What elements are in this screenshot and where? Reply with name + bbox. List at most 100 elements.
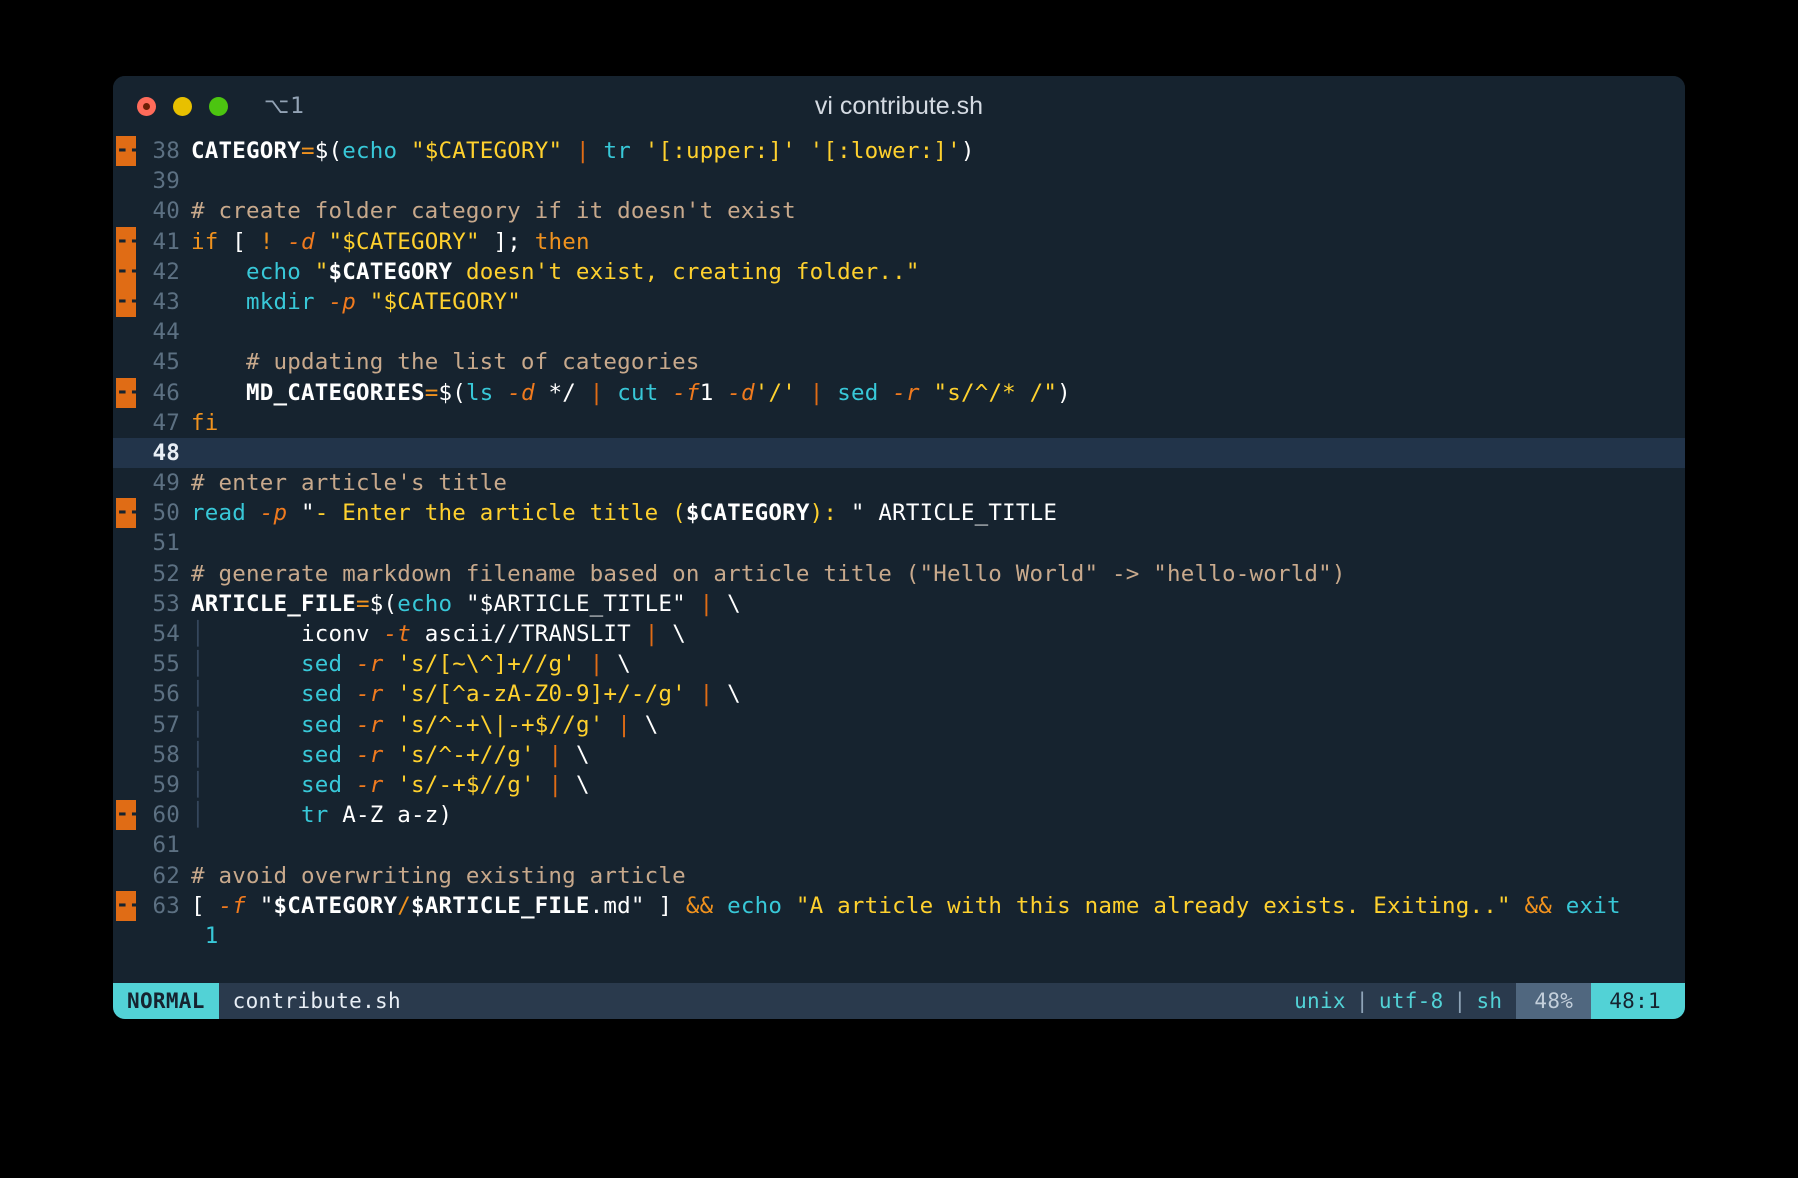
code-line[interactable]: 59 │ sed -r 's/-+$//g' | \ bbox=[113, 770, 1685, 800]
sign-column-placeholder bbox=[113, 438, 139, 468]
status-mode: NORMAL bbox=[113, 983, 219, 1019]
code-token: ascii//TRANSLIT bbox=[424, 621, 631, 647]
code-token: exit bbox=[1565, 892, 1621, 919]
code-line[interactable]: 57 │ sed -r 's/^-+\|-+$//g' | \ bbox=[113, 710, 1685, 740]
close-button[interactable] bbox=[137, 96, 156, 116]
code-line[interactable]: 48 bbox=[113, 437, 1685, 469]
code-token: -f bbox=[672, 379, 700, 406]
code-token: ]; bbox=[493, 228, 521, 255]
code-token: " bbox=[314, 258, 329, 285]
code-text: # updating the list of categories bbox=[191, 347, 700, 377]
code-token: " bbox=[850, 500, 879, 527]
code-token: $( bbox=[438, 379, 466, 406]
code-line[interactable]: 61 bbox=[113, 830, 1685, 860]
code-editor[interactable]: -- 38 CATEGORY=$(echo "$CATEGORY" | tr '[:… bbox=[113, 136, 1685, 983]
code-token: [ bbox=[232, 228, 246, 255]
code-line[interactable]: -- 43 mkdir -p "$CATEGORY" bbox=[113, 286, 1685, 318]
code-token: fi bbox=[191, 409, 219, 436]
code-token: \ bbox=[617, 651, 631, 678]
code-line[interactable]: 56 │ sed -r 's/[^a-zA-Z0-9]+/-/g' | \ bbox=[113, 679, 1685, 709]
code-line[interactable]: -- 60 │ tr A-Z a-z) bbox=[113, 800, 1685, 831]
code-line[interactable]: 40 # create folder category if it doesn't… bbox=[113, 196, 1685, 226]
code-line[interactable]: 51 bbox=[113, 528, 1685, 558]
code-line[interactable]: -- 42 echo "$CATEGORY doesn't exist, crea… bbox=[113, 256, 1685, 287]
code-token: 's/-+$//g' bbox=[397, 771, 535, 798]
code-token: ) bbox=[1057, 379, 1071, 406]
code-line[interactable]: -- 50 read -p "- Enter the article title (… bbox=[113, 498, 1685, 529]
terminal-window: ⌥1 vi contribute.sh -- 38 CATEGORY=$(echo … bbox=[113, 76, 1685, 1019]
tmux-session-icon: ⌥1 bbox=[264, 93, 306, 119]
maximize-button[interactable] bbox=[209, 96, 228, 116]
code-token: sed bbox=[837, 379, 879, 406]
git-change-sign-icon: -- bbox=[113, 136, 141, 167]
line-number: 62 bbox=[152, 862, 180, 889]
code-line[interactable]: 39 bbox=[113, 166, 1685, 196]
code-line[interactable]: -- 46 MD_CATEGORIES=$(ls -d */ | cut -f1 … bbox=[113, 377, 1685, 408]
sign-column-placeholder bbox=[113, 408, 139, 438]
code-token: / bbox=[397, 892, 411, 919]
minimize-button[interactable] bbox=[173, 96, 192, 116]
code-text: │ iconv -t ascii//TRANSLIT | \ bbox=[191, 619, 686, 649]
code-text: │ sed -r 's/-+$//g' | \ bbox=[191, 770, 590, 800]
code-token: -r bbox=[356, 681, 384, 708]
code-line[interactable]: 58 │ sed -r 's/^-+//g' | \ bbox=[113, 740, 1685, 770]
code-token: && bbox=[1524, 892, 1552, 919]
code-line[interactable]: -- 38 CATEGORY=$(echo "$CATEGORY" | tr '[:… bbox=[113, 136, 1685, 167]
sign-column-placeholder bbox=[113, 559, 139, 589]
code-line[interactable]: 44 bbox=[113, 317, 1685, 347]
code-token: 's/^-+//g' bbox=[397, 741, 535, 768]
code-line[interactable]: 49 # enter article's title bbox=[113, 468, 1685, 498]
line-number: 60 bbox=[152, 802, 180, 829]
code-line-wrapped[interactable]: 1 bbox=[113, 921, 1685, 951]
line-number: 50 bbox=[152, 500, 180, 527]
code-line[interactable]: 52 # generate markdown filename based on … bbox=[113, 559, 1685, 589]
code-token: $CATEGORY bbox=[273, 892, 398, 919]
code-token: "s/^/* /" bbox=[933, 379, 1058, 406]
code-token: tr bbox=[301, 802, 329, 829]
code-line[interactable]: 45 # updating the list of categories bbox=[113, 347, 1685, 377]
code-token: $ARTICLE_FILE bbox=[410, 892, 590, 919]
code-token: CATEGORY bbox=[191, 138, 301, 164]
code-line[interactable]: 55 │ sed -r 's/[~\^]+//g' | \ bbox=[113, 649, 1685, 679]
status-separator-2: | bbox=[1453, 989, 1467, 1013]
code-token: # create folder category if it doesn't e… bbox=[191, 198, 796, 225]
code-token: \ bbox=[727, 590, 741, 617]
code-line[interactable]: 53 ARTICLE_FILE=$(echo "$ARTICLE_TITLE" |… bbox=[113, 589, 1685, 619]
code-token: ! bbox=[259, 228, 274, 255]
line-number: 51 bbox=[152, 530, 180, 557]
code-token: '/' bbox=[754, 379, 796, 406]
code-token: \ bbox=[575, 741, 590, 768]
code-line[interactable]: 62 # avoid overwriting existing article bbox=[113, 861, 1685, 891]
code-line[interactable]: 47 fi bbox=[113, 408, 1685, 438]
code-line[interactable]: 54 │ iconv -t ascii//TRANSLIT | \ bbox=[113, 619, 1685, 649]
code-line[interactable]: -- 41 if [ ! -d "$CATEGORY" ]; then bbox=[113, 226, 1685, 257]
code-line[interactable]: -- 63 [ -f "$CATEGORY/$ARTICLE_FILE.md" ] … bbox=[113, 890, 1685, 921]
code-token: \ bbox=[727, 681, 741, 708]
